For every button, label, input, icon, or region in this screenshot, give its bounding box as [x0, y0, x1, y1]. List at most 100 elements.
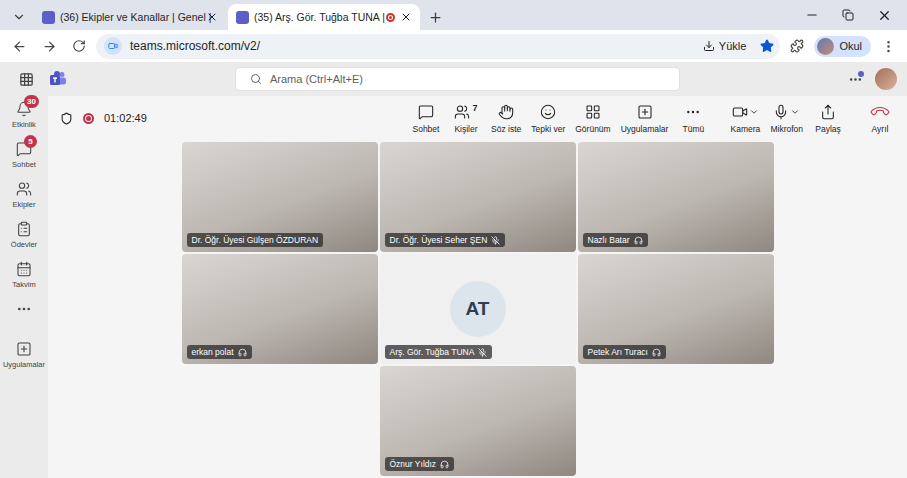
meeting-controls: Sohbet7Kişiler Söz iste Tepki ver Görünüm Uy…: [409, 101, 897, 136]
control-label: Mikrofon: [770, 124, 803, 134]
extensions-button[interactable]: [784, 33, 810, 59]
rail-item[interactable]: 5Sohbet: [0, 140, 48, 174]
apps-icon: [16, 341, 32, 357]
app-rail: 30Etkinlik 5Sohbet Ekipler Ödevler Takvim Uyg…: [0, 96, 48, 478]
control-icon-row: [418, 103, 434, 121]
rail-icon-wrap: [14, 300, 34, 318]
leave-button[interactable]: Ayrıl: [863, 101, 897, 136]
chat-button[interactable]: Sohbet: [409, 101, 443, 136]
participant-name: erkan polat: [192, 347, 234, 357]
participant-name-tag: Öznur Yıldız: [385, 457, 455, 471]
arrow-left-icon: [12, 39, 27, 54]
participant-name-tag: Petek Arı Turacı: [583, 345, 666, 359]
rail-item[interactable]: Ekipler: [0, 180, 48, 214]
puzzle-icon: [790, 39, 804, 53]
address-bar[interactable]: teams.microsoft.com/v2/Yükle: [96, 34, 780, 59]
browser-menu-button[interactable]: [875, 33, 901, 59]
back-button[interactable]: [6, 33, 32, 59]
chevron-down-icon[interactable]: [749, 107, 759, 117]
rail-icon-wrap: 30: [14, 100, 34, 118]
more-icon: [685, 104, 701, 120]
share-button[interactable]: Paylaş: [811, 101, 845, 136]
chevron-down-icon[interactable]: [790, 107, 800, 117]
participant-name: Öznur Yıldız: [390, 459, 437, 469]
bookmark-star-icon[interactable]: [760, 39, 774, 53]
profile-button[interactable]: Okul: [814, 36, 871, 57]
control-label: Tepki ver: [531, 124, 565, 134]
teams-favicon-icon: [236, 11, 249, 24]
reload-icon: [72, 39, 86, 53]
control-icon-row: [773, 103, 800, 121]
url-text: teams.microsoft.com/v2/: [130, 39, 689, 53]
minimize-button[interactable]: [795, 0, 829, 30]
react-button[interactable]: Tepki ver: [529, 101, 567, 136]
profile-avatar: [817, 38, 834, 55]
people-button[interactable]: 7Kişiler: [449, 101, 483, 136]
close-icon[interactable]: [206, 11, 218, 23]
raise-hand-icon: [498, 104, 514, 120]
plus-icon: [428, 10, 443, 25]
install-button[interactable]: Yükle: [697, 38, 753, 54]
control-label: Kamera: [731, 124, 761, 134]
settings-more-button[interactable]: [843, 67, 867, 91]
audio-device-icon: [634, 236, 643, 245]
rail-more-button[interactable]: [0, 300, 48, 334]
participant-tile[interactable]: Öznur Yıldız: [380, 366, 576, 476]
rail-item[interactable]: Uygulamalar: [0, 340, 48, 374]
rail-label: Takvim: [12, 280, 35, 289]
participant-tile[interactable]: erkan polat: [182, 254, 378, 364]
mic-button[interactable]: Mikrofon: [768, 101, 805, 136]
reload-button[interactable]: [66, 33, 92, 59]
people-count: 7: [472, 103, 477, 113]
rail-item[interactable]: Takvim: [0, 260, 48, 294]
control-icon-row: [872, 103, 888, 121]
browser-tab[interactable]: (36) Ekipler ve Kanallar | Genel |: [34, 4, 226, 30]
rail-icon-wrap: [14, 260, 34, 278]
camera-icon: [732, 104, 748, 120]
more-button[interactable]: Tümü: [676, 101, 710, 136]
rail-icon-wrap: 5: [14, 140, 34, 158]
rail-item[interactable]: 30Etkinlik: [0, 100, 48, 134]
restore-button[interactable]: [831, 0, 865, 30]
apps-button[interactable]: Uygulamalar: [619, 101, 671, 136]
user-avatar[interactable]: [875, 68, 897, 90]
tab-search-button[interactable]: [6, 4, 32, 30]
mic-icon: [773, 104, 789, 120]
more-icon: [16, 301, 32, 317]
rail-label: Ödevler: [11, 240, 37, 249]
forward-button[interactable]: [36, 33, 62, 59]
participant-tile[interactable]: Dr. Öğr. Üyesi Seher ŞEN: [380, 142, 576, 252]
control-icon-row: [820, 103, 836, 121]
browser-tab[interactable]: (35) Arş. Gör. Tuğba TUNA |: [228, 4, 420, 30]
participant-initials: AT: [450, 281, 506, 337]
notification-dot: [858, 71, 864, 77]
raise-hand-button[interactable]: Söz iste: [489, 101, 523, 136]
new-tab-button[interactable]: [422, 4, 448, 30]
assignments-icon: [16, 221, 32, 237]
control-icon-row: [685, 103, 701, 121]
app-launcher-button[interactable]: [14, 67, 38, 91]
meeting-timer: 01:02:49: [104, 112, 147, 124]
minimize-icon: [805, 8, 819, 22]
search-box[interactable]: Arama (Ctrl+Alt+E): [235, 67, 680, 91]
profile-label: Okul: [839, 40, 862, 52]
camera-button[interactable]: Kamera: [728, 101, 762, 136]
search-placeholder: Arama (Ctrl+Alt+E): [270, 73, 363, 85]
participant-tile[interactable]: Dr. Öğr. Üyesi Gülşen ÖZDURAN: [182, 142, 378, 252]
rail-item[interactable]: Ödevler: [0, 220, 48, 254]
control-label: Söz iste: [491, 124, 521, 134]
close-window-button[interactable]: [867, 0, 901, 30]
participant-tile[interactable]: Nazlı Batar: [578, 142, 774, 252]
view-button[interactable]: Görünüm: [573, 101, 612, 136]
participant-tile[interactable]: ATArş. Gör. Tuğba TUNA: [380, 254, 576, 364]
control-label: Görünüm: [575, 124, 610, 134]
chevron-down-icon: [12, 10, 26, 24]
participant-name-tag: Dr. Öğr. Üyesi Gülşen ÖZDURAN: [187, 233, 324, 247]
tab-strip: (36) Ekipler ve Kanallar | Genel | (35) A…: [0, 0, 907, 30]
participant-tile[interactable]: Petek Arı Turacı: [578, 254, 774, 364]
control-label: Ayrıl: [872, 124, 889, 134]
teams-header: Arama (Ctrl+Alt+E): [0, 62, 907, 96]
control-label: Paylaş: [815, 124, 841, 134]
close-icon[interactable]: [400, 11, 412, 23]
tab-label: (36) Ekipler ve Kanallar | Genel |: [60, 11, 201, 23]
